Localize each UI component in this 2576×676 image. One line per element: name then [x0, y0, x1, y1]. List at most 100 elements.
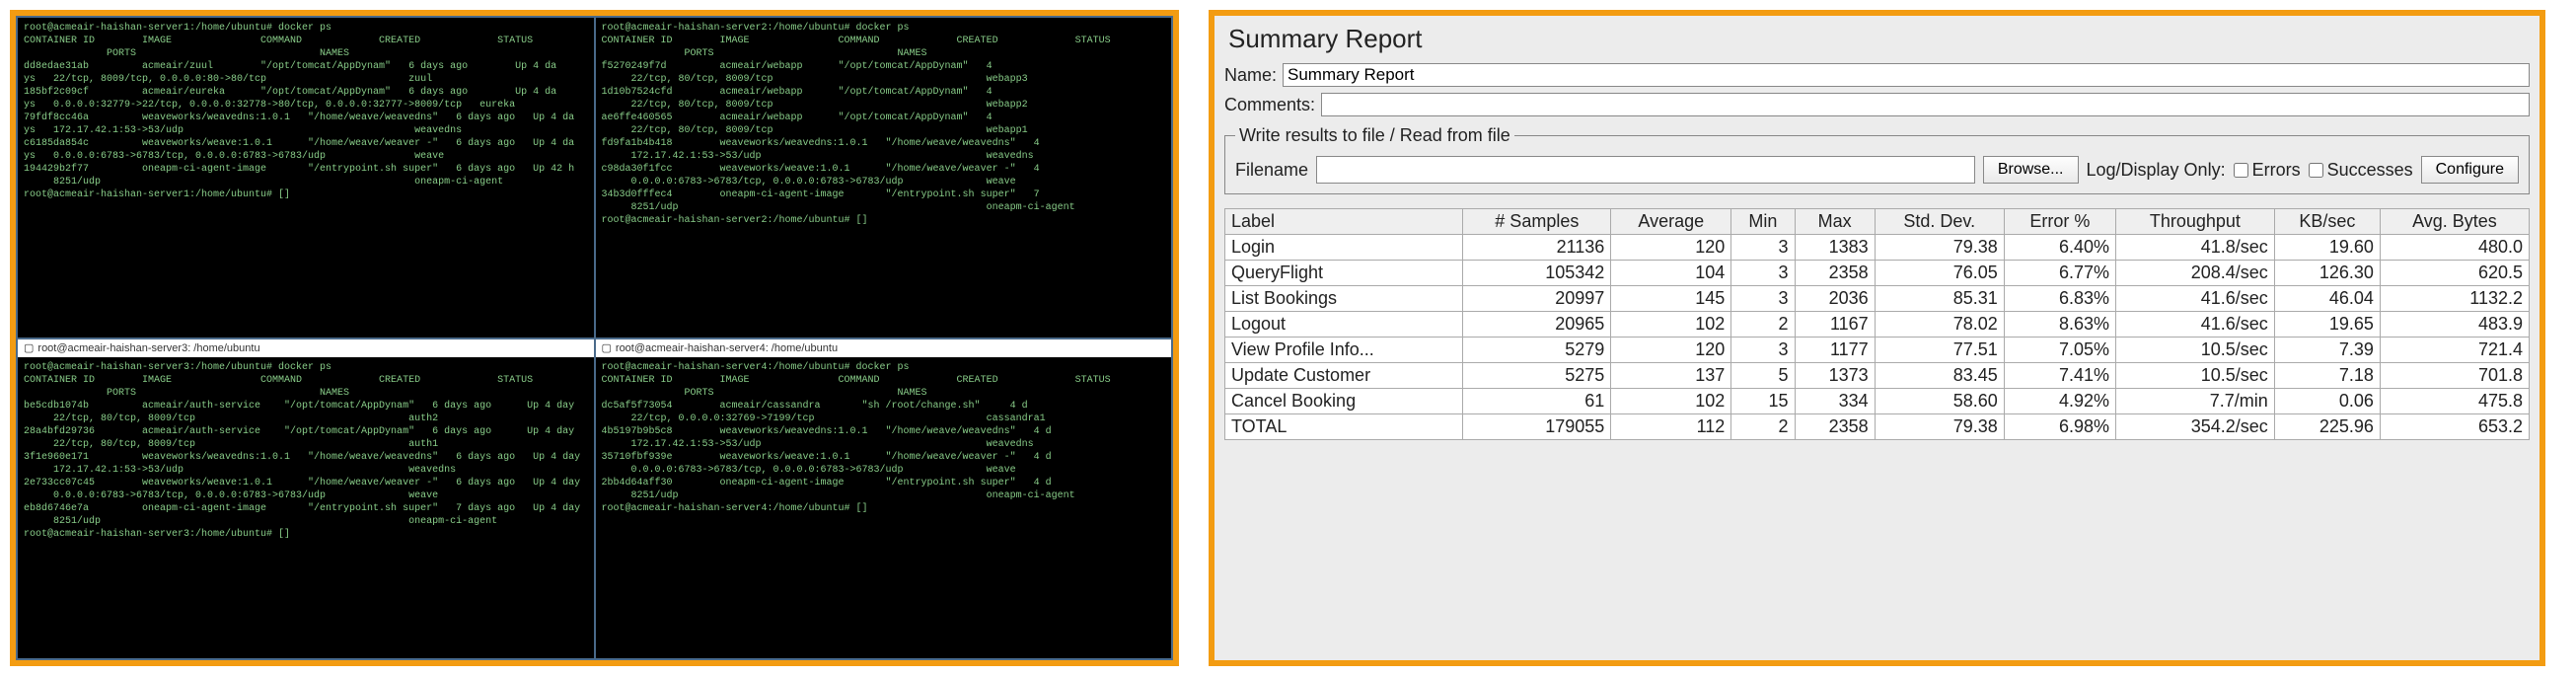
table-cell: 6.83% [2004, 286, 2115, 312]
table-cell: 7.41% [2004, 363, 2115, 389]
table-cell: 20997 [1463, 286, 1611, 312]
terminal-pane-2[interactable]: root@acmeair-haishan-server2:/home/ubunt… [596, 18, 1172, 338]
table-cell: 7.05% [2004, 338, 2115, 363]
table-cell: List Bookings [1225, 286, 1463, 312]
errors-checkbox[interactable] [2234, 163, 2248, 178]
table-cell: 1373 [1795, 363, 1875, 389]
table-cell: 7.18 [2274, 363, 2380, 389]
terminal-title-4: ▢ root@acmeair-haishan-server4: /home/ub… [596, 339, 1172, 357]
terminal-icon: ▢ [602, 341, 612, 354]
name-row: Name: [1214, 60, 2539, 90]
errors-checkbox-wrap[interactable]: Errors [2234, 160, 2301, 181]
terminal-pane-4[interactable]: ▢ root@acmeair-haishan-server4: /home/ub… [596, 339, 1172, 659]
table-header-cell[interactable]: Min [1731, 209, 1795, 235]
table-cell: 21136 [1463, 235, 1611, 261]
table-header-cell[interactable]: KB/sec [2274, 209, 2380, 235]
table-cell: 5 [1731, 363, 1795, 389]
table-cell: 1383 [1795, 235, 1875, 261]
table-header-cell[interactable]: Label [1225, 209, 1463, 235]
table-cell: 58.60 [1875, 389, 2004, 414]
table-cell: 3 [1731, 235, 1795, 261]
table-cell: 8.63% [2004, 312, 2115, 338]
table-cell: 78.02 [1875, 312, 2004, 338]
configure-button[interactable]: Configure [2421, 156, 2519, 184]
table-cell: 83.45 [1875, 363, 2004, 389]
table-row[interactable]: Update Customer52751375137383.457.41%10.… [1225, 363, 2530, 389]
summary-table: Label# SamplesAverageMinMaxStd. Dev.Erro… [1224, 208, 2530, 440]
table-header-cell[interactable]: Average [1611, 209, 1731, 235]
table-cell: 354.2/sec [2116, 414, 2275, 440]
table-header-cell[interactable]: Max [1795, 209, 1875, 235]
table-row[interactable]: List Bookings209971453203685.316.83%41.6… [1225, 286, 2530, 312]
table-cell: 20965 [1463, 312, 1611, 338]
table-cell: 2358 [1795, 414, 1875, 440]
table-cell: 102 [1611, 389, 1731, 414]
table-cell: 41.8/sec [2116, 235, 2275, 261]
table-header-cell[interactable]: Avg. Bytes [2380, 209, 2529, 235]
browse-button[interactable]: Browse... [1983, 156, 2079, 184]
table-cell: 1132.2 [2380, 286, 2529, 312]
table-row[interactable]: TOTAL1790551122235879.386.98%354.2/sec22… [1225, 414, 2530, 440]
table-cell: 19.65 [2274, 312, 2380, 338]
table-cell: 102 [1611, 312, 1731, 338]
table-row[interactable]: View Profile Info...52791203117777.517.0… [1225, 338, 2530, 363]
terminal-output-2: root@acmeair-haishan-server2:/home/ubunt… [596, 18, 1172, 338]
table-cell: 126.30 [2274, 261, 2380, 286]
table-cell: 3 [1731, 338, 1795, 363]
table-cell: 475.8 [2380, 389, 2529, 414]
terminal-output-4: root@acmeair-haishan-server4:/home/ubunt… [596, 357, 1172, 659]
terminal-pane-1[interactable]: root@acmeair-haishan-server1:/home/ubunt… [18, 18, 594, 338]
table-cell: Login [1225, 235, 1463, 261]
table-header-cell[interactable]: Error % [2004, 209, 2115, 235]
terminal-title-text-3: root@acmeair-haishan-server3: /home/ubun… [37, 342, 259, 354]
table-cell: 112 [1611, 414, 1731, 440]
table-cell: 79.38 [1875, 235, 2004, 261]
name-input[interactable] [1283, 63, 2530, 87]
table-cell: 480.0 [2380, 235, 2529, 261]
table-cell: Logout [1225, 312, 1463, 338]
terminal-title-text-4: root@acmeair-haishan-server4: /home/ubun… [616, 342, 838, 354]
table-cell: 701.8 [2380, 363, 2529, 389]
table-cell: 10.5/sec [2116, 338, 2275, 363]
successes-checkbox-wrap[interactable]: Successes [2309, 160, 2413, 181]
filename-input[interactable] [1316, 156, 1975, 184]
table-cell: 1177 [1795, 338, 1875, 363]
comments-input[interactable] [1321, 93, 2530, 116]
summary-report-panel: Summary Report Name: Comments: Write res… [1209, 10, 2545, 666]
table-row[interactable]: QueryFlight1053421043235876.056.77%208.4… [1225, 261, 2530, 286]
table-cell: 6.77% [2004, 261, 2115, 286]
table-cell: 7.7/min [2116, 389, 2275, 414]
table-cell: 15 [1731, 389, 1795, 414]
successes-checkbox[interactable] [2309, 163, 2323, 178]
table-cell: 225.96 [2274, 414, 2380, 440]
table-header-row: Label# SamplesAverageMinMaxStd. Dev.Erro… [1225, 209, 2530, 235]
table-cell: 7.39 [2274, 338, 2380, 363]
table-cell: 61 [1463, 389, 1611, 414]
table-cell: 3 [1731, 286, 1795, 312]
table-cell: 5275 [1463, 363, 1611, 389]
table-cell: 137 [1611, 363, 1731, 389]
table-header-cell[interactable]: Throughput [2116, 209, 2275, 235]
terminal-output-1: root@acmeair-haishan-server1:/home/ubunt… [18, 18, 594, 338]
table-cell: 179055 [1463, 414, 1611, 440]
summary-table-wrap: Label# SamplesAverageMinMaxStd. Dev.Erro… [1224, 208, 2530, 650]
terminal-icon: ▢ [24, 341, 34, 354]
table-cell: 79.38 [1875, 414, 2004, 440]
table-header-cell[interactable]: # Samples [1463, 209, 1611, 235]
table-cell: 76.05 [1875, 261, 2004, 286]
table-cell: 2358 [1795, 261, 1875, 286]
table-cell: 620.5 [2380, 261, 2529, 286]
logdisplay-label: Log/Display Only: [2087, 160, 2226, 181]
table-cell: Cancel Booking [1225, 389, 1463, 414]
fieldset-legend: Write results to file / Read from file [1235, 125, 1514, 146]
name-label: Name: [1224, 65, 1277, 86]
table-row[interactable]: Logout209651022116778.028.63%41.6/sec19.… [1225, 312, 2530, 338]
table-header-cell[interactable]: Std. Dev. [1875, 209, 2004, 235]
table-cell: 120 [1611, 235, 1731, 261]
terminal-pane-3[interactable]: ▢ root@acmeair-haishan-server3: /home/ub… [18, 339, 594, 659]
table-row[interactable]: Login211361203138379.386.40%41.8/sec19.6… [1225, 235, 2530, 261]
table-row[interactable]: Cancel Booking611021533458.604.92%7.7/mi… [1225, 389, 2530, 414]
table-cell: 2 [1731, 414, 1795, 440]
table-cell: 41.6/sec [2116, 312, 2275, 338]
table-cell: 3 [1731, 261, 1795, 286]
